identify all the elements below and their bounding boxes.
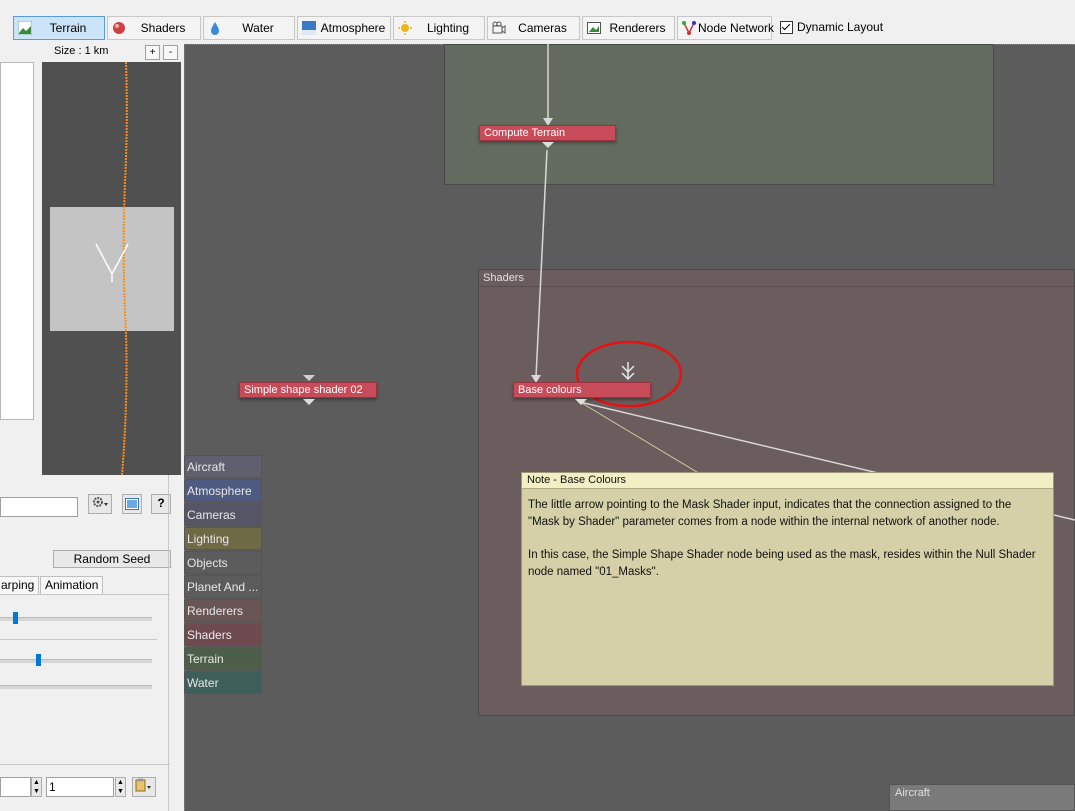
slider-1-thumb[interactable] <box>13 612 18 624</box>
note-title: Note - Base Colours <box>522 473 1053 489</box>
tab-lighting-label: Lighting <box>426 21 470 35</box>
note-body: The little arrow pointing to the Mask Sh… <box>528 497 1045 597</box>
preview-overlay <box>95 62 129 475</box>
node-simple-shape-shader[interactable]: Simple shape shader 02 <box>239 382 377 398</box>
separator-1 <box>0 639 157 640</box>
spin-1-input[interactable] <box>0 777 31 797</box>
spin-2-arrows[interactable]: ▲ ▼ <box>115 777 126 797</box>
tab-node-network[interactable]: Node Network <box>677 16 775 40</box>
shaders-group-title: Shaders <box>483 272 524 284</box>
tab-cameras[interactable]: Cameras <box>487 16 580 40</box>
aircraft-group-title: Aircraft <box>895 787 930 799</box>
random-seed-button[interactable]: Random Seed <box>53 550 171 568</box>
shaders-group-divider <box>478 286 1075 287</box>
toolbar: Terrain Shaders Water Atmosphere Lightin… <box>0 0 1075 44</box>
tab-animation[interactable]: Animation <box>40 576 104 594</box>
tab-renderers-label: Renderers <box>609 21 666 35</box>
input-port[interactable] <box>303 375 315 381</box>
tab-terrain-label: Terrain <box>49 21 87 35</box>
tab-node-network-label: Node Network <box>698 21 775 35</box>
gear-icon <box>93 497 108 507</box>
preview-window-icon <box>125 498 139 510</box>
node-compute-terrain[interactable]: Compute Terrain <box>479 125 616 141</box>
zoom-in-button[interactable]: + <box>145 45 160 60</box>
category-planet-and[interactable]: Planet And ... <box>184 575 262 598</box>
category-renderers[interactable]: Renderers <box>184 599 262 622</box>
category-lighting[interactable]: Lighting <box>184 527 262 550</box>
tab-shaders-label: Shaders <box>140 21 186 35</box>
map-size-label: Size : 1 km <box>54 45 109 57</box>
checkbox-box[interactable] <box>780 20 793 34</box>
category-shaders[interactable]: Shaders <box>184 623 262 646</box>
tab-lighting[interactable]: Lighting <box>393 16 485 40</box>
panel-divider <box>168 475 169 811</box>
output-port[interactable] <box>303 399 315 405</box>
tab-shaders[interactable]: Shaders <box>107 16 201 40</box>
output-port[interactable] <box>575 399 587 405</box>
node-base-colours[interactable]: Base colours <box>513 382 651 398</box>
slider-1-track[interactable] <box>0 617 152 621</box>
category-aircraft[interactable]: Aircraft <box>184 455 262 478</box>
category-terrain[interactable]: Terrain <box>184 647 262 670</box>
zoom-out-button[interactable]: - <box>163 45 178 60</box>
tab-atmosphere-label: Atmosphere <box>320 21 386 35</box>
tab-divider <box>0 594 170 595</box>
tab-atmosphere[interactable]: Atmosphere <box>297 16 391 40</box>
separator-2 <box>0 764 170 765</box>
spin-2-input[interactable]: 1 <box>46 777 114 797</box>
category-cameras[interactable]: Cameras <box>184 503 262 526</box>
output-port[interactable] <box>542 142 554 148</box>
parameters-panel <box>0 475 182 811</box>
dynamic-layout-checkbox[interactable]: Dynamic Layout <box>780 20 883 34</box>
clipboard-icon <box>135 778 151 792</box>
note-paragraph: The little arrow pointing to the Mask Sh… <box>528 499 1012 528</box>
name-input[interactable] <box>0 497 78 517</box>
category-atmosphere[interactable]: Atmosphere <box>184 479 262 502</box>
camera-path-line <box>121 62 128 475</box>
node-list[interactable] <box>0 62 34 420</box>
tab-terrain[interactable]: Terrain <box>13 16 105 40</box>
tab-warping[interactable]: arping <box>0 576 40 594</box>
clipboard-button[interactable] <box>132 777 156 797</box>
spin-1-arrows[interactable]: ▲ ▼ <box>31 777 42 797</box>
slider-2-track[interactable] <box>0 659 152 663</box>
slider-2-thumb[interactable] <box>36 654 41 666</box>
slider-3-track[interactable] <box>0 685 152 689</box>
tab-cameras-label: Cameras <box>518 21 567 35</box>
preview-button[interactable] <box>122 494 142 514</box>
category-water[interactable]: Water <box>184 671 262 694</box>
note-base-colours[interactable]: Note - Base Colours The little arrow poi… <box>521 472 1054 686</box>
note-paragraph: In this case, the Simple Shape Shader no… <box>528 549 1036 578</box>
gear-button[interactable] <box>88 494 112 514</box>
tab-water-label: Water <box>242 21 274 35</box>
dynamic-layout-label: Dynamic Layout <box>797 20 884 34</box>
aircraft-group[interactable]: Aircraft <box>889 784 1075 811</box>
tab-water[interactable]: Water <box>203 16 295 40</box>
category-objects[interactable]: Objects <box>184 551 262 574</box>
tab-renderers[interactable]: Renderers <box>582 16 675 40</box>
terrain-group[interactable] <box>444 44 994 185</box>
